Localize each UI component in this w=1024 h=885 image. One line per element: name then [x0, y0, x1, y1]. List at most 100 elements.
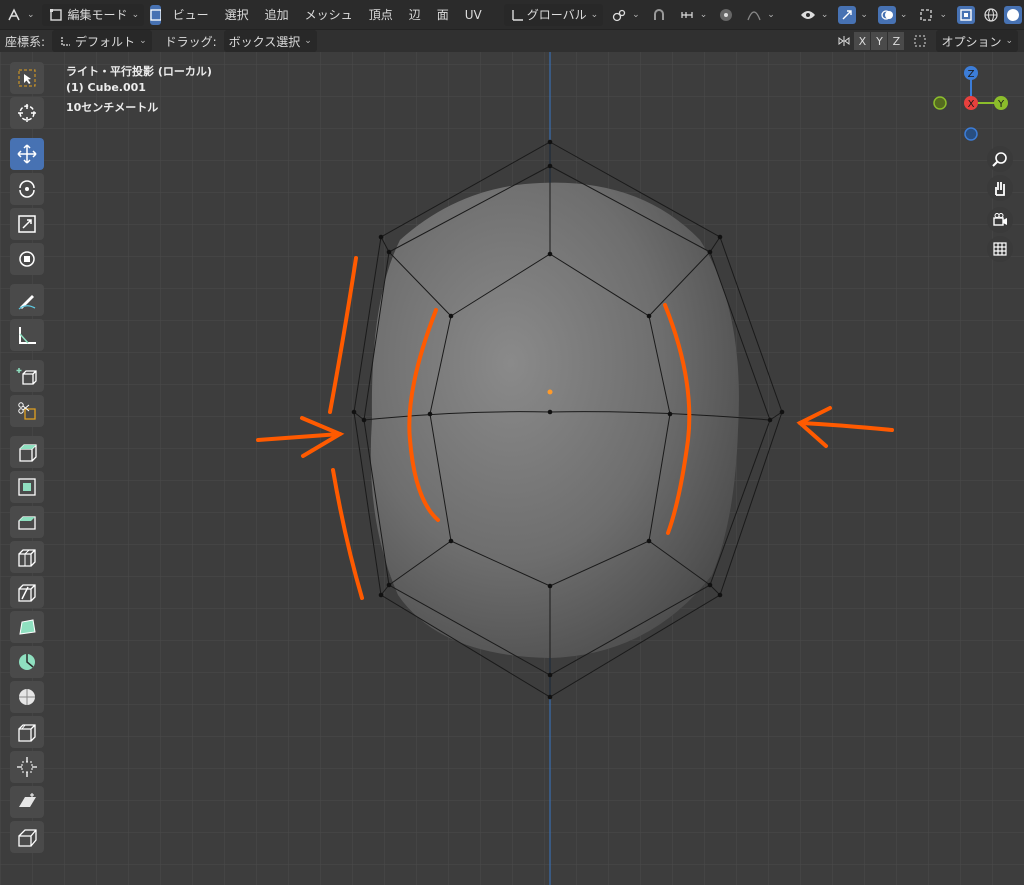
select-box-icon [18, 69, 36, 87]
knife-icon [18, 584, 36, 602]
transform-tool[interactable] [10, 243, 44, 275]
menu-add[interactable]: 追加 [257, 4, 297, 26]
gizmo-toggle[interactable]: ⌄ [833, 4, 873, 26]
drag-label-text: ドラッグ: [164, 34, 217, 49]
viewport-info-view: ライト・平行投影 (ローカル) [66, 65, 212, 78]
camera-icon [993, 213, 1007, 226]
poly-build-icon [19, 619, 36, 635]
drag-value: ボックス選択 [228, 34, 301, 49]
mirror-y-toggle[interactable]: Y [871, 32, 888, 50]
knife-cut-tool[interactable] [10, 576, 44, 608]
snap-increment-icon [678, 6, 696, 24]
gizmo-y-label: Y [997, 99, 1005, 110]
select-box-tool[interactable] [10, 62, 44, 94]
object-origin [547, 389, 553, 395]
gizmo-neg-z[interactable] [964, 127, 978, 141]
snap-toggle[interactable] [645, 4, 673, 26]
menu-edge[interactable]: 辺 [401, 4, 429, 26]
chevron-down-icon: ⌄ [304, 36, 312, 46]
vertex-select-button[interactable] [150, 4, 161, 25]
solid-shading-button[interactable] [1002, 4, 1024, 26]
hand-icon [995, 182, 1005, 196]
chevron-down-icon: ⌄ [1005, 36, 1013, 46]
viewport-info-scale: 10センチメートル [66, 101, 159, 114]
edit-mode-icon [47, 6, 65, 24]
extrude-tool[interactable] [10, 436, 44, 468]
proportional-edit-toggle[interactable] [712, 4, 740, 26]
rip-region-tool[interactable] [10, 821, 44, 853]
snap-target-dropdown[interactable]: ⌄ [673, 4, 713, 26]
zoom-button[interactable] [987, 146, 1013, 172]
3d-viewport[interactable]: ライト・平行投影 (ローカル) (1) Cube.001 10センチメートル [0, 52, 1024, 885]
gizmo-x-label: X [968, 99, 975, 110]
loop-cut-tool[interactable] [10, 541, 44, 573]
navigation-gizmo[interactable]: Z Y X [928, 62, 1012, 146]
mirror-axis-group: X Y Z [833, 30, 906, 52]
viewport-canvas [0, 52, 1024, 885]
move-tool[interactable] [10, 138, 44, 170]
pivot-point-dropdown[interactable]: ⌄ [605, 4, 645, 26]
pan-button[interactable] [987, 175, 1013, 201]
transform-orientation-dropdown[interactable]: グローバル ⌄ [503, 3, 604, 26]
cursor-tool[interactable] [10, 97, 44, 129]
overlays-toggle[interactable]: ⌄ [873, 4, 913, 26]
menu-face[interactable]: 面 [429, 4, 457, 26]
menu-mesh[interactable]: メッシュ [297, 4, 361, 26]
options-dropdown[interactable]: オプション ⌄ [936, 30, 1018, 52]
object-visibility-dropdown[interactable]: ⌄ [794, 4, 834, 26]
knife-tool[interactable] [10, 395, 44, 427]
transform-pivot-icon [57, 32, 75, 50]
menu-vertex[interactable]: 頂点 [361, 4, 401, 26]
gizmo-neg-y[interactable] [933, 96, 947, 110]
move-arrows-icon [17, 144, 37, 164]
menu-label: 追加 [264, 8, 289, 22]
annotate-tool[interactable] [10, 284, 44, 316]
menu-view[interactable]: ビュー [165, 4, 217, 26]
chevron-down-icon: ⌄ [767, 9, 775, 20]
measure-tool[interactable] [10, 319, 44, 351]
shear-tool[interactable] [10, 786, 44, 818]
coord-label-text: 座標系: [5, 34, 46, 49]
dotted-box-icon [911, 32, 929, 50]
ortho-toggle-button[interactable] [987, 236, 1013, 262]
coord-system-dropdown[interactable]: デフォルト ⌄ [52, 30, 152, 52]
shrink-fatten-icon [17, 757, 37, 777]
edge-slide-tool[interactable] [10, 716, 44, 748]
auto-merge-toggle[interactable] [906, 30, 934, 52]
grid-icon [993, 242, 1007, 256]
camera-view-button[interactable] [987, 207, 1013, 233]
mesh-shaded-surface [370, 182, 739, 658]
wireframe-shading-button[interactable] [980, 4, 1002, 26]
bevel-icon [18, 516, 36, 530]
mesh-edit-overlays-dropdown[interactable]: ⌄ [912, 4, 952, 26]
orientation-label: グローバル [526, 8, 587, 22]
rotate-icon [19, 180, 35, 198]
edge-slide-icon [18, 724, 36, 742]
mirror-x-toggle[interactable]: X [854, 32, 871, 50]
scale-tool[interactable] [10, 208, 44, 240]
tool-settings-bar: 座標系: デフォルト ⌄ ドラッグ: ボックス選択 ⌄ X Y Z オプション … [0, 30, 1024, 52]
orientation-icon [509, 6, 527, 24]
solid-sphere-icon [1004, 5, 1022, 24]
drag-dropdown[interactable]: ボックス選択 ⌄ [223, 30, 317, 52]
select-mode-group [150, 4, 161, 25]
mode-dropdown[interactable]: 編集モード ⌄ [41, 3, 145, 26]
chevron-down-icon: ⌄ [939, 9, 947, 20]
falloff-dropdown[interactable]: ⌄ [740, 4, 780, 26]
tool-shelf [10, 62, 46, 856]
xray-toggle[interactable] [952, 4, 980, 26]
bevel-tool[interactable] [10, 506, 44, 538]
editor-type-dropdown[interactable]: ⌄ [0, 4, 40, 26]
shrink-fatten-tool[interactable] [10, 751, 44, 783]
add-cube-tool[interactable] [10, 360, 44, 392]
inset-tool[interactable] [10, 471, 44, 503]
smooth-sphere-icon [19, 689, 35, 705]
rotate-tool[interactable] [10, 173, 44, 205]
smooth-tool[interactable] [10, 681, 44, 713]
butterfly-mirror-icon [835, 32, 853, 50]
spin-tool[interactable] [10, 646, 44, 678]
menu-select[interactable]: 選択 [217, 4, 257, 26]
menu-uv[interactable]: UV [457, 4, 490, 26]
poly-build-tool[interactable] [10, 611, 44, 643]
mirror-z-toggle[interactable]: Z [888, 32, 905, 50]
